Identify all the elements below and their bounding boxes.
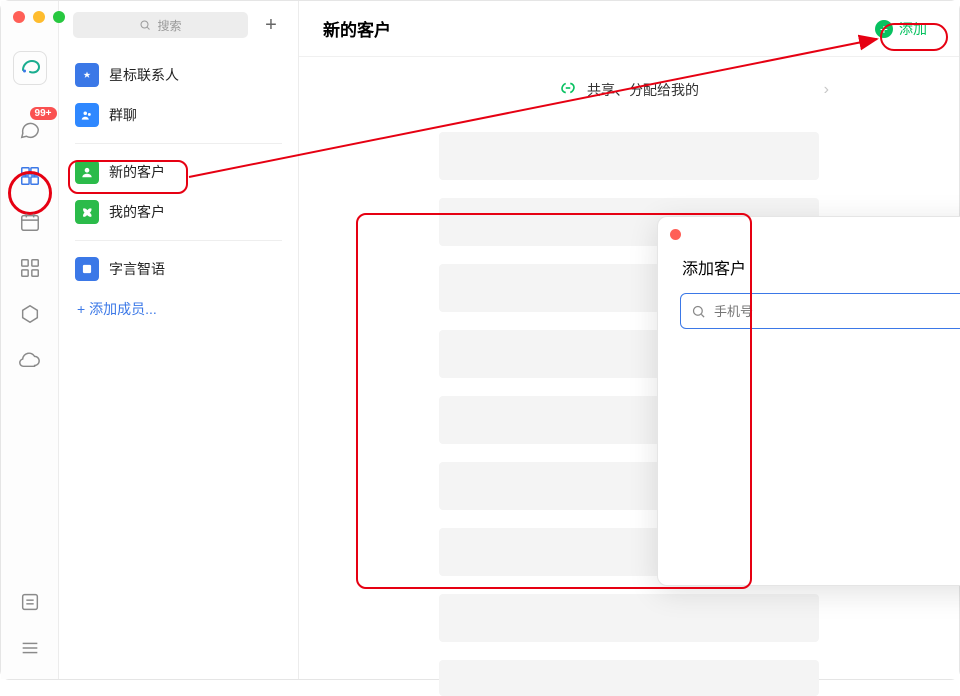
add-button[interactable]: + <box>258 12 284 38</box>
chevron-right-icon: › <box>824 81 829 99</box>
app-logo <box>13 51 47 85</box>
add-customer-dialog: 添加客户 <box>657 216 960 586</box>
new-customer-icon <box>75 160 99 184</box>
nav-menu[interactable] <box>13 631 47 665</box>
contacts-panel: 搜索 + 星标联系人 群聊 新的客户 <box>59 1 299 679</box>
item-new-customers[interactable]: 新的客户 <box>59 152 298 192</box>
item-org-label: 字言智语 <box>109 259 165 279</box>
list-placeholder <box>439 132 819 180</box>
minimize-window-dot[interactable] <box>33 11 45 23</box>
item-my-customers[interactable]: 我的客户 <box>59 192 298 232</box>
close-window-dot[interactable] <box>13 11 25 23</box>
main-area: 新的客户 + 添加 共享、分配给我的 › 添加 <box>299 1 959 679</box>
item-groups[interactable]: 群聊 <box>59 95 298 135</box>
item-groups-label: 群聊 <box>109 105 137 125</box>
add-customer-button[interactable]: + 添加 <box>867 15 935 43</box>
list-placeholder <box>439 594 819 642</box>
main-header: 新的客户 + 添加 <box>299 1 959 57</box>
nav-bottom-1[interactable] <box>13 585 47 619</box>
phone-input[interactable] <box>714 304 960 319</box>
nav-rail: 99+ <box>1 1 59 679</box>
item-new-customers-label: 新的客户 <box>109 162 165 182</box>
nav-workspace[interactable] <box>13 251 47 285</box>
plus-circle-icon: + <box>875 20 893 38</box>
item-my-customers-label: 我的客户 <box>109 202 165 222</box>
shared-to-me-row[interactable]: 共享、分配给我的 › <box>429 57 829 122</box>
window-traffic-lights <box>13 11 65 23</box>
search-box[interactable]: 搜索 <box>73 12 248 38</box>
search-placeholder: 搜索 <box>157 17 181 34</box>
add-member-link[interactable]: + 添加成员... <box>59 289 298 329</box>
shared-label: 共享、分配给我的 <box>587 80 699 100</box>
divider <box>75 143 282 144</box>
nav-calendar[interactable] <box>13 205 47 239</box>
org-icon <box>75 257 99 281</box>
divider <box>75 240 282 241</box>
star-icon <box>75 63 99 87</box>
nav-messages[interactable]: 99+ <box>13 113 47 147</box>
my-customer-icon <box>75 200 99 224</box>
nav-contacts[interactable] <box>13 159 47 193</box>
nav-docs[interactable] <box>13 297 47 331</box>
dialog-close-dot[interactable] <box>670 229 681 240</box>
item-starred-label: 星标联系人 <box>109 65 179 85</box>
share-icon <box>559 79 577 100</box>
search-icon <box>691 304 706 319</box>
page-title: 新的客户 <box>323 16 391 41</box>
item-starred[interactable]: 星标联系人 <box>59 55 298 95</box>
zoom-window-dot[interactable] <box>53 11 65 23</box>
unread-badge: 99+ <box>30 107 57 120</box>
add-customer-label: 添加 <box>899 19 927 39</box>
phone-input-wrap[interactable] <box>680 293 960 329</box>
list-placeholder <box>439 660 819 696</box>
nav-drive[interactable] <box>13 343 47 377</box>
item-org[interactable]: 字言智语 <box>59 249 298 289</box>
dialog-title: 添加客户 <box>682 255 960 279</box>
group-icon <box>75 103 99 127</box>
